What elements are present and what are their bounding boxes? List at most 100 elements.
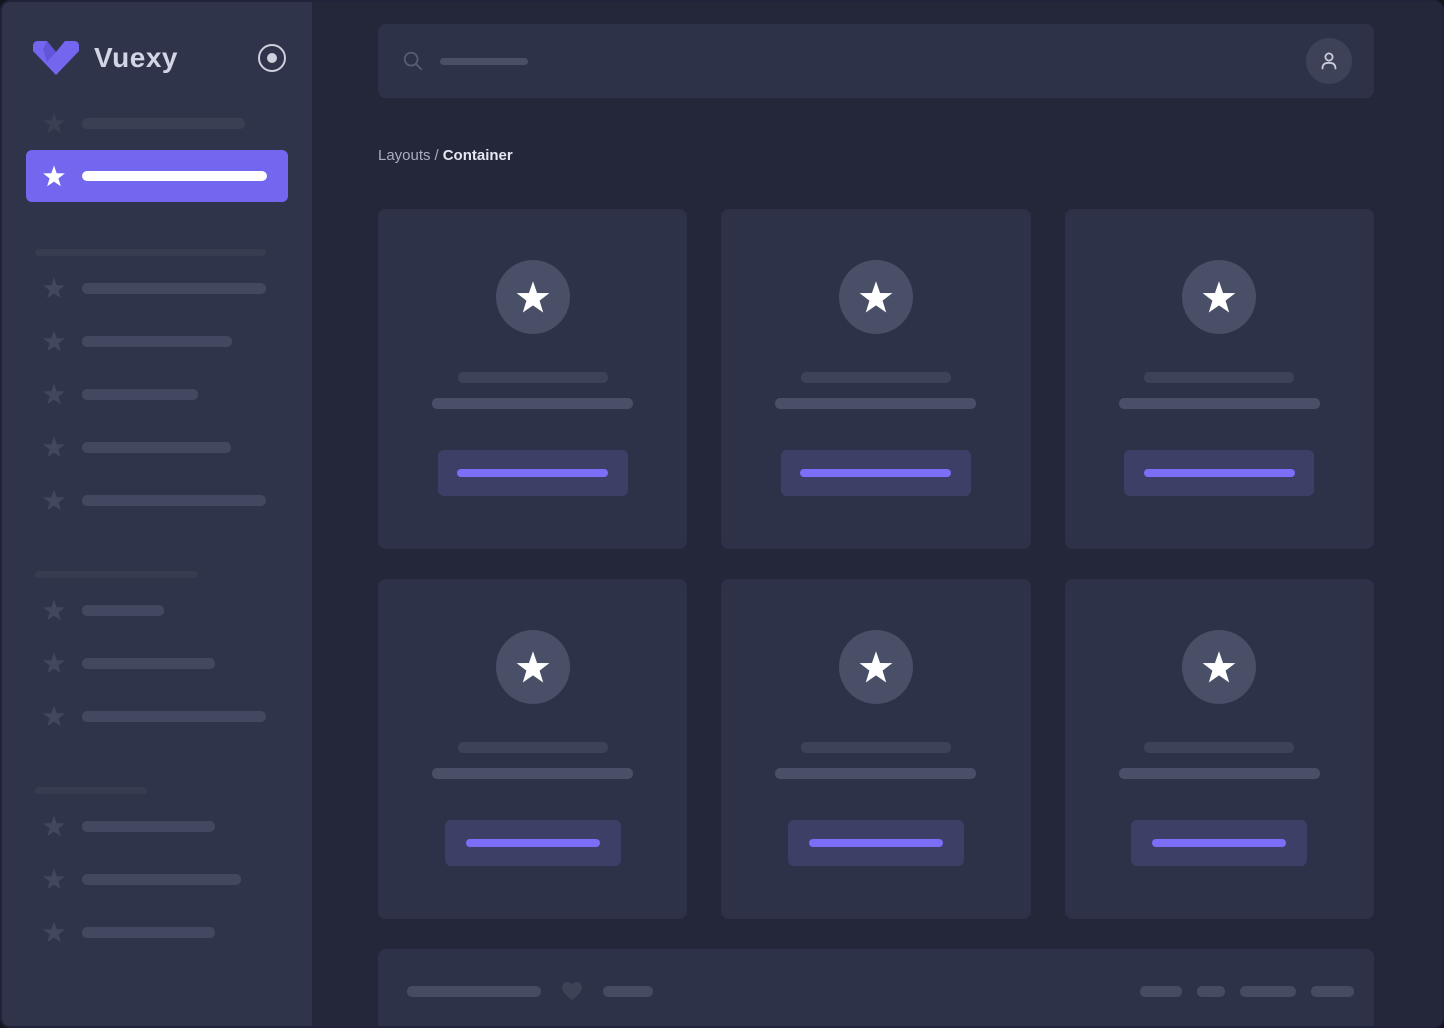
- star-icon: [43, 436, 65, 458]
- sidebar-item-label-placeholder: [82, 926, 215, 938]
- footer-right-bars: [1140, 985, 1354, 997]
- card-avatar: [838, 260, 913, 334]
- sidebar-nav-sections: [26, 249, 288, 944]
- card-avatar: [838, 630, 913, 704]
- card-subtitle-placeholder: [1118, 398, 1320, 409]
- star-icon: [43, 489, 65, 511]
- person-icon: [1321, 52, 1337, 70]
- card-button[interactable]: [1124, 450, 1315, 496]
- card: [1064, 209, 1374, 549]
- main-content: Layouts / Container: [312, 2, 1442, 1026]
- card-button[interactable]: [444, 820, 621, 866]
- card-subtitle-placeholder: [432, 398, 634, 409]
- breadcrumb-parent[interactable]: Layouts: [378, 147, 431, 164]
- card-avatar: [1182, 260, 1257, 334]
- card: [721, 579, 1031, 919]
- user-avatar[interactable]: [1306, 38, 1352, 84]
- sidebar-item-label-placeholder: [82, 441, 231, 453]
- radio-dot: [267, 53, 277, 63]
- star-icon: [859, 281, 893, 313]
- sidebar-item-label-placeholder: [82, 282, 266, 294]
- sidebar-item[interactable]: [26, 704, 288, 728]
- breadcrumb-current: Container: [442, 147, 513, 164]
- star-icon: [43, 277, 65, 299]
- sidebar-item[interactable]: [26, 329, 288, 353]
- sidebar: Vuexy: [2, 2, 312, 1026]
- sidebar-item[interactable]: [26, 920, 288, 944]
- sidebar-item-label-placeholder: [82, 873, 241, 885]
- star-icon: [1202, 281, 1236, 313]
- sidebar-header: Vuexy: [26, 36, 288, 80]
- cards-grid: [378, 209, 1374, 919]
- card-title-placeholder: [457, 372, 608, 383]
- heart-icon[interactable]: [559, 979, 585, 1003]
- star-icon: [43, 652, 65, 674]
- star-icon: [43, 383, 65, 405]
- sidebar-item-active[interactable]: [26, 150, 288, 202]
- card-avatar: [495, 630, 570, 704]
- sidebar-item[interactable]: [26, 598, 288, 622]
- sidebar-item[interactable]: [26, 488, 288, 512]
- star-icon: [43, 330, 65, 352]
- star-icon: [1202, 651, 1236, 683]
- sidebar-item-label-placeholder: [82, 335, 232, 347]
- card: [721, 209, 1031, 549]
- card-avatar: [495, 260, 570, 334]
- card: [378, 209, 688, 549]
- sidebar-item[interactable]: [26, 651, 288, 675]
- footer-placeholder-bar: [1140, 985, 1182, 997]
- sidebar-item-label-placeholder: [82, 657, 215, 669]
- card-subtitle-placeholder: [432, 768, 634, 779]
- sidebar-item-label-placeholder: [82, 820, 215, 832]
- card-title-placeholder: [800, 742, 951, 753]
- search-icon: [403, 51, 423, 71]
- footer-placeholder-bar: [1311, 985, 1354, 997]
- sidebar-item[interactable]: [26, 435, 288, 459]
- card-button[interactable]: [437, 450, 628, 496]
- card: [378, 579, 688, 919]
- breadcrumb: Layouts / Container: [378, 147, 1374, 165]
- vuexy-logo-icon: [33, 41, 79, 75]
- card: [1064, 579, 1374, 919]
- card-subtitle-placeholder: [775, 768, 977, 779]
- card-subtitle-placeholder: [775, 398, 977, 409]
- card-button[interactable]: [787, 820, 964, 866]
- sidebar-section-header-placeholder: [35, 249, 266, 256]
- star-icon: [859, 651, 893, 683]
- search-input-placeholder[interactable]: [440, 57, 528, 65]
- sidebar-item[interactable]: [26, 111, 288, 135]
- card-avatar: [1182, 630, 1257, 704]
- sidebar-item[interactable]: [26, 814, 288, 838]
- sidebar-active-item-label-placeholder: [82, 171, 267, 181]
- sidebar-item-label-placeholder: [82, 494, 266, 506]
- radio-circle-icon[interactable]: [258, 44, 286, 72]
- card-button[interactable]: [1131, 820, 1308, 866]
- star-icon: [43, 868, 65, 890]
- breadcrumb-separator: /: [434, 147, 439, 164]
- star-icon: [43, 705, 65, 727]
- sidebar-item[interactable]: [26, 382, 288, 406]
- card-button-label-placeholder: [800, 469, 952, 477]
- footer-placeholder-bar: [1240, 985, 1296, 997]
- card-button-label-placeholder: [1152, 839, 1287, 847]
- card-button-label-placeholder: [808, 839, 943, 847]
- star-icon: [43, 112, 65, 134]
- sidebar-section-header-placeholder: [35, 787, 147, 794]
- star-icon: [43, 165, 65, 187]
- sidebar-item-label-placeholder: [82, 710, 266, 722]
- sidebar-item[interactable]: [26, 867, 288, 891]
- card-button-label-placeholder: [1143, 469, 1295, 477]
- footer-row: [407, 979, 1354, 1003]
- sidebar-item[interactable]: [26, 276, 288, 300]
- card-subtitle-placeholder: [1118, 768, 1320, 779]
- star-icon: [43, 921, 65, 943]
- footer-placeholder-bar: [603, 985, 653, 997]
- topbar-search[interactable]: [378, 24, 1374, 98]
- star-icon: [516, 651, 550, 683]
- card-button-label-placeholder: [457, 469, 609, 477]
- card-button[interactable]: [780, 450, 971, 496]
- star-icon: [43, 815, 65, 837]
- sidebar-section-header-placeholder: [35, 571, 198, 578]
- sidebar-item-label-placeholder: [82, 604, 164, 616]
- app-window: Vuexy Layouts / Container: [0, 0, 1444, 1028]
